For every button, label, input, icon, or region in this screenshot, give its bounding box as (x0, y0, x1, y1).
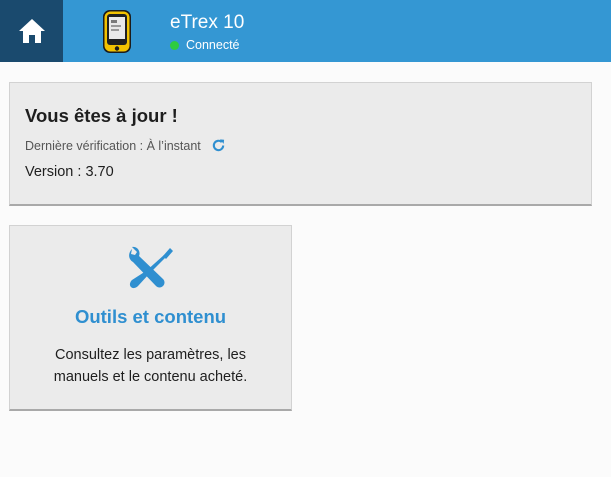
tools-description: Consultez les paramètres, les manuels et… (53, 347, 248, 385)
tools-title: Outils et contenu (74, 306, 227, 327)
home-icon (18, 19, 45, 43)
version-label: Version : 3.70 (25, 164, 114, 180)
home-button[interactable] (0, 0, 63, 62)
refresh-icon (212, 139, 224, 152)
tools-icon (129, 246, 173, 289)
update-title: Vous êtes à jour ! (25, 105, 178, 126)
refresh-button[interactable] (211, 138, 226, 153)
tools-content-card[interactable]: Outils et contenu Consultez les paramètr… (9, 225, 292, 411)
device-name: eTrex 10 (170, 12, 245, 33)
update-status-card: Vous êtes à jour ! Dernière vérification… (9, 82, 592, 206)
status-dot-icon (170, 40, 179, 50)
last-check-label: Dernière vérification : À l’instant (25, 138, 201, 153)
status-text: Connecté (186, 38, 240, 52)
last-check-row: Dernière vérification : À l’instant (25, 138, 226, 153)
connection-status: Connecté (170, 38, 240, 52)
app-header: eTrex 10 Connecté (0, 0, 611, 62)
gps-device-icon (103, 10, 131, 53)
